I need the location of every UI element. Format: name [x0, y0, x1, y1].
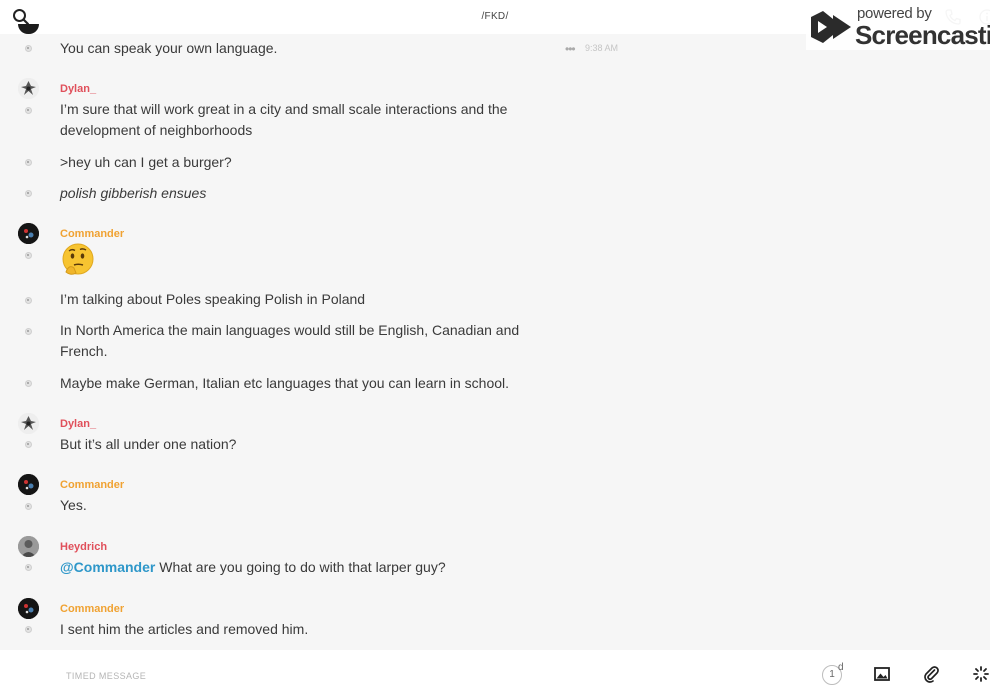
avatar[interactable]: [18, 413, 39, 434]
paperclip-icon[interactable]: [922, 665, 940, 683]
message-text: @Commander What are you going to do with…: [60, 557, 540, 578]
message-status-dot: [25, 441, 32, 448]
message-author[interactable]: Dylan_: [60, 83, 96, 95]
avatar: [18, 24, 39, 34]
message-text: In North America the main languages woul…: [60, 322, 520, 359]
message-timestamp: 9:38 AM: [585, 43, 619, 53]
message-text: Yes.: [60, 497, 87, 513]
avatar[interactable]: [18, 598, 39, 619]
message-text: I’m sure that will work great in a city …: [60, 101, 508, 138]
message-status-dot: [25, 380, 32, 387]
message-author[interactable]: Commander: [60, 228, 124, 240]
image-icon[interactable]: [873, 665, 891, 683]
timer-unit: d: [838, 662, 844, 673]
message-status-dot: [25, 328, 32, 335]
avatar[interactable]: [18, 223, 39, 244]
message-status-dot: [25, 503, 32, 510]
avatar[interactable]: [18, 536, 39, 557]
message-status-dot: [25, 626, 32, 633]
message-status-dot: [25, 297, 32, 304]
message-text: I sent him the articles and removed him.: [60, 621, 309, 637]
message-status-dot: [25, 190, 32, 197]
message-status-dot: [25, 159, 32, 166]
message-text: But it’s all under one nation?: [60, 436, 237, 452]
avatar[interactable]: [18, 474, 39, 495]
avatar[interactable]: [18, 78, 39, 99]
message-text: You can speak your own language.: [60, 40, 278, 56]
message-feed: You can speak your own language. ••• 9:3…: [0, 0, 990, 650]
message-status-dot: [25, 45, 32, 52]
more-options-button[interactable]: •••: [565, 42, 576, 56]
message-status-dot: [25, 107, 32, 114]
message-author[interactable]: Heydrich: [60, 541, 107, 553]
thinking-face-emoji-icon: [60, 242, 96, 278]
message-text: >hey uh can I get a burger?: [60, 154, 232, 170]
spinner-icon[interactable]: [972, 665, 990, 683]
message-author[interactable]: Dylan_: [60, 418, 96, 430]
message-author[interactable]: Commander: [60, 479, 124, 491]
message-status-dot: [25, 564, 32, 571]
message-text: polish gibberish ensues: [60, 185, 207, 201]
message-text-body: What are you going to do with that larpe…: [155, 559, 446, 575]
message-text: Maybe make German, Italian etc languages…: [60, 375, 510, 391]
message-status-dot: [25, 252, 32, 259]
message-input[interactable]: [66, 667, 766, 685]
user-mention-link[interactable]: @Commander: [60, 559, 155, 575]
message-text: I’m talking about Poles speaking Polish …: [60, 291, 366, 307]
message-author[interactable]: Commander: [60, 603, 124, 615]
